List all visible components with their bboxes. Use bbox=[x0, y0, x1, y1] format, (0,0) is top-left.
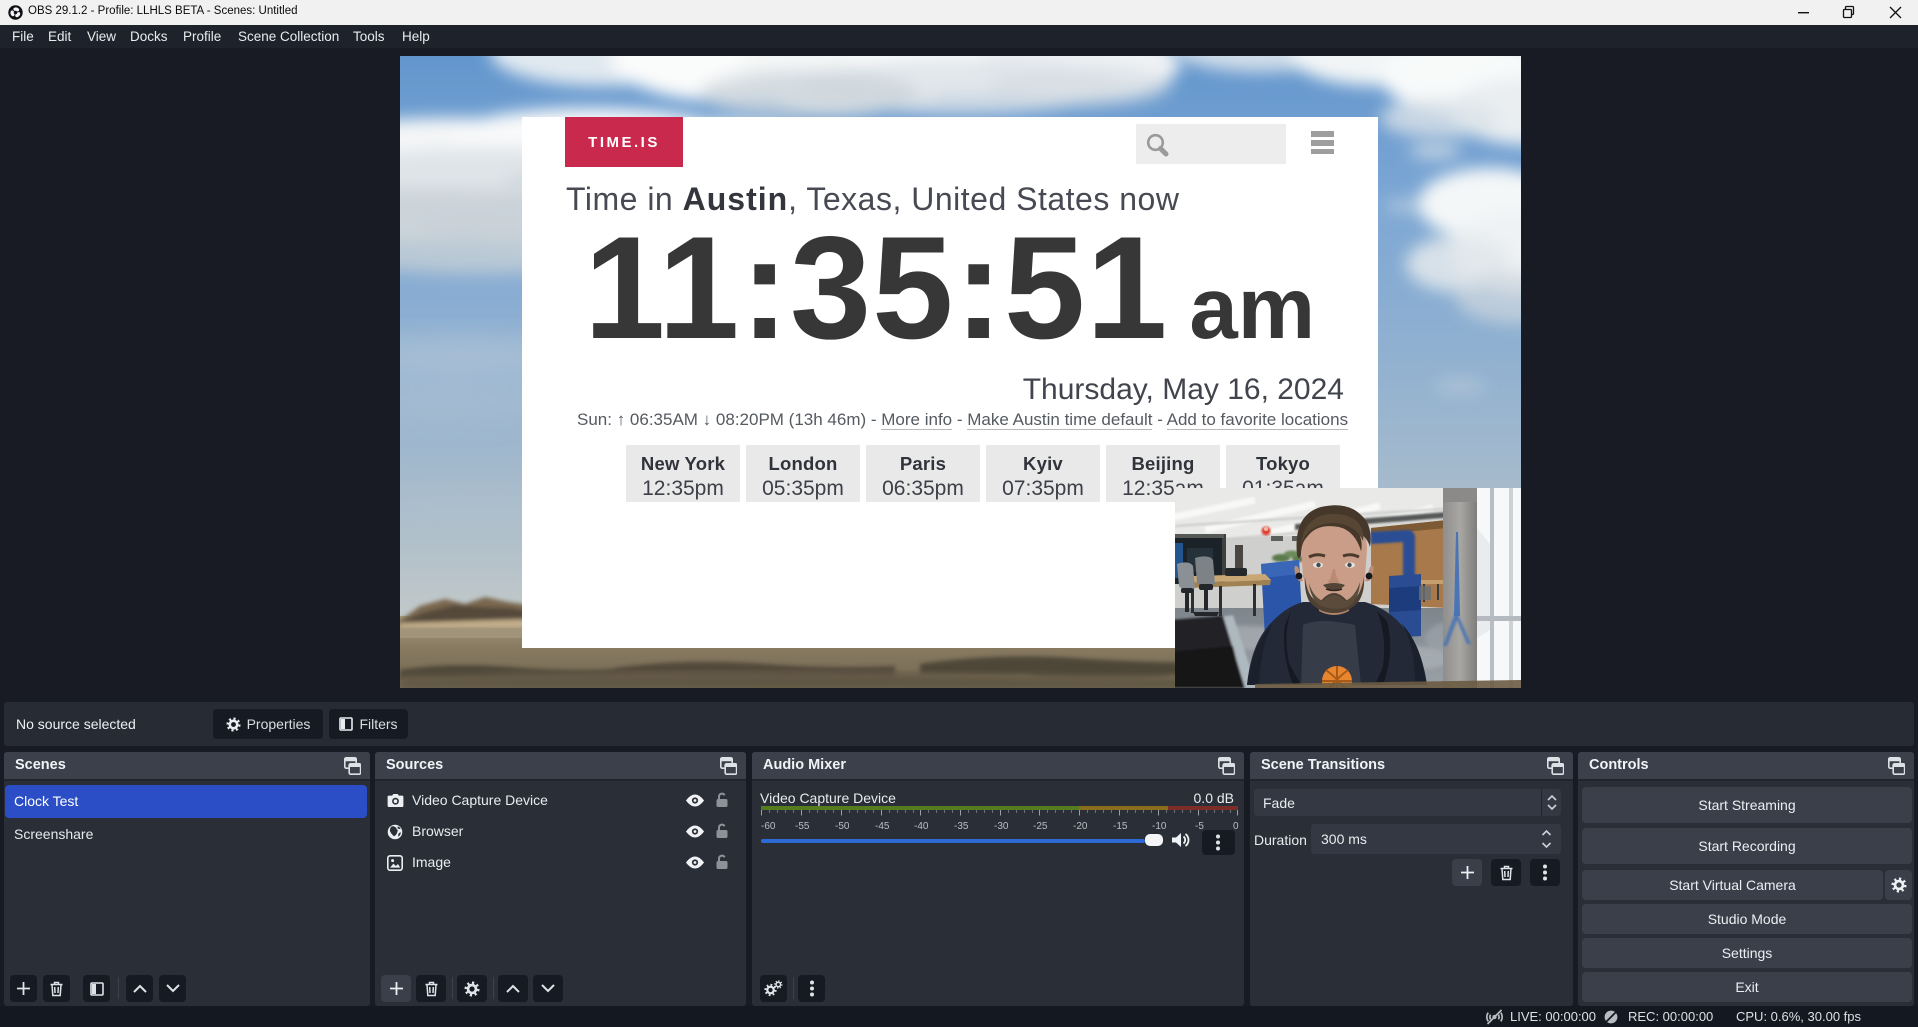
svg-text:-25: -25 bbox=[1033, 821, 1048, 832]
svg-text:-60: -60 bbox=[761, 821, 776, 832]
svg-text:-20: -20 bbox=[1073, 821, 1088, 832]
svg-text:-50: -50 bbox=[835, 821, 850, 832]
svg-text:-15: -15 bbox=[1113, 821, 1128, 832]
svg-text:-30: -30 bbox=[994, 821, 1009, 832]
svg-text:-45: -45 bbox=[875, 821, 890, 832]
svg-text:-40: -40 bbox=[914, 821, 929, 832]
svg-text:-35: -35 bbox=[954, 821, 969, 832]
svg-text:-10: -10 bbox=[1152, 821, 1167, 832]
svg-text:-55: -55 bbox=[795, 821, 810, 832]
